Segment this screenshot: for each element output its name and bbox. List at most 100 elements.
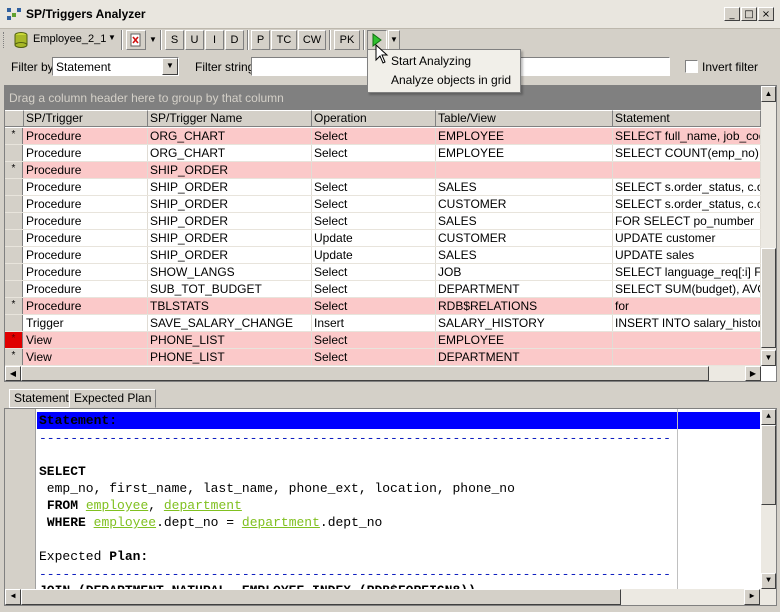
scroll-thumb[interactable] — [761, 248, 776, 348]
table-row[interactable]: Procedure SHIP_ORDER Select SALES FOR SELECT… — [5, 213, 761, 230]
filter-cw-button[interactable]: CW — [298, 30, 326, 50]
sql-editor[interactable]: Statement: -----------------------------… — [4, 408, 777, 606]
menu-item-analyze-grid[interactable]: Analyze objects in grid — [391, 73, 511, 87]
row-indicator[interactable]: * — [5, 349, 23, 365]
table-row[interactable]: Procedure SHIP_ORDER Update SALES UPDATE sal… — [5, 247, 761, 264]
database-selector[interactable]: Employee_2_1 ▼ — [12, 30, 118, 50]
row-indicator[interactable] — [5, 315, 23, 331]
filter-pk-button[interactable]: PK — [334, 30, 360, 50]
table-cell[interactable]: SELECT language_req[:i] FRO — [613, 264, 761, 280]
row-indicator[interactable] — [5, 247, 23, 263]
table-cell[interactable]: EMPLOYEE — [436, 145, 613, 161]
table-cell[interactable]: SELECT full_name, job_code — [613, 128, 761, 144]
table-cell[interactable]: JOB — [436, 264, 613, 280]
table-cell[interactable]: SHIP_ORDER — [148, 213, 312, 229]
chevron-down-icon[interactable]: ▼ — [162, 58, 178, 75]
chevron-down-icon[interactable]: ▼ — [149, 35, 157, 44]
table-cell[interactable]: Update — [312, 230, 436, 246]
table-cell[interactable]: SELECT s.order_status, c.on_h — [613, 179, 761, 195]
table-cell[interactable]: SHIP_ORDER — [148, 230, 312, 246]
table-cell[interactable]: EMPLOYEE — [436, 128, 613, 144]
table-cell[interactable]: Select — [312, 281, 436, 297]
scroll-down-icon[interactable]: ▼ — [761, 573, 776, 589]
table-cell[interactable]: SUB_TOT_BUDGET — [148, 281, 312, 297]
filter-delete-button[interactable]: D — [225, 30, 244, 50]
tab-expected-plan[interactable]: Expected Plan — [69, 389, 157, 408]
invert-filter-checkbox[interactable] — [685, 60, 698, 73]
table-cell[interactable]: Select — [312, 349, 436, 365]
row-indicator[interactable]: * — [5, 332, 23, 348]
filter-by-select[interactable]: Statement ▼ — [52, 57, 179, 76]
grid-vertical-scrollbar[interactable]: ▲ ▼ — [761, 86, 776, 366]
table-row[interactable]: Trigger SAVE_SALARY_CHANGE Insert SALARY_HI… — [5, 315, 761, 332]
filter-procedure-button[interactable]: P — [251, 30, 270, 50]
table-cell[interactable]: PHONE_LIST — [148, 349, 312, 365]
table-cell[interactable]: SALARY_HISTORY — [436, 315, 613, 331]
row-indicator[interactable] — [5, 213, 23, 229]
table-cell[interactable]: Procedure — [24, 298, 148, 314]
table-ref-department[interactable]: department — [164, 498, 242, 513]
column-header[interactable]: Operation — [312, 110, 436, 127]
menu-item-start-analyzing[interactable]: Start Analyzing — [391, 54, 471, 68]
table-cell[interactable]: Select — [312, 128, 436, 144]
table-row[interactable]: Procedure SHOW_LANGS Select JOB SELECT langu… — [5, 264, 761, 281]
table-cell[interactable] — [613, 349, 761, 365]
table-cell[interactable]: Procedure — [24, 213, 148, 229]
scroll-left-icon[interactable]: ◀ — [5, 366, 21, 381]
table-cell[interactable]: SHIP_ORDER — [148, 162, 312, 178]
scroll-right-icon[interactable]: ▶ — [745, 366, 761, 381]
table-cell[interactable]: INSERT INTO salary_history — [613, 315, 761, 331]
editor-vertical-scrollbar[interactable]: ▲ ▼ — [761, 409, 776, 589]
table-cell[interactable]: SHIP_ORDER — [148, 196, 312, 212]
row-indicator[interactable]: * — [5, 128, 23, 144]
table-cell[interactable]: Procedure — [24, 196, 148, 212]
table-cell[interactable]: UPDATE customer — [613, 230, 761, 246]
table-row[interactable]: * Procedure ORG_CHART Select EMPLOYEE SELECT … — [5, 128, 761, 145]
table-row[interactable]: * View PHONE_LIST Select EMPLOYEE — [5, 332, 761, 349]
table-cell[interactable]: Procedure — [24, 230, 148, 246]
table-cell[interactable]: SELECT s.order_status, c.on_h — [613, 196, 761, 212]
filter-tc-button[interactable]: TC — [271, 30, 297, 50]
table-cell[interactable]: Procedure — [24, 247, 148, 263]
table-row[interactable]: * Procedure TBLSTATS Select RDB$RELATIONS for — [5, 298, 761, 315]
table-cell[interactable]: SALES — [436, 247, 613, 263]
row-indicator[interactable] — [5, 145, 23, 161]
grid-horizontal-scrollbar[interactable]: ◀ ▶ — [5, 366, 761, 381]
filter-insert-button[interactable]: I — [205, 30, 224, 50]
table-cell[interactable]: Procedure — [24, 179, 148, 195]
table-row[interactable]: * Procedure SHIP_ORDER — [5, 162, 761, 179]
table-cell[interactable]: SELECT COUNT(emp_no) — [613, 145, 761, 161]
column-header[interactable]: Statement — [613, 110, 761, 127]
table-row[interactable]: Procedure SHIP_ORDER Select CUSTOMER SELECT … — [5, 196, 761, 213]
table-cell[interactable]: Insert — [312, 315, 436, 331]
invert-filter-label[interactable]: Invert filter — [702, 60, 758, 74]
table-cell[interactable]: View — [24, 349, 148, 365]
table-cell[interactable]: SELECT SUM(budget), AVG(bu — [613, 281, 761, 297]
row-indicator[interactable] — [5, 196, 23, 212]
table-cell[interactable]: Select — [312, 298, 436, 314]
run-dropdown-button[interactable]: ▼ — [388, 30, 400, 50]
table-cell[interactable]: Select — [312, 332, 436, 348]
scroll-left-icon[interactable]: ◀ — [5, 589, 21, 605]
table-cell[interactable]: SAVE_SALARY_CHANGE — [148, 315, 312, 331]
row-indicator[interactable]: * — [5, 162, 23, 178]
row-indicator[interactable] — [5, 230, 23, 246]
table-cell[interactable]: Select — [312, 145, 436, 161]
maximize-button[interactable]: □ — [741, 7, 757, 21]
scroll-thumb[interactable] — [761, 425, 776, 505]
table-cell[interactable]: SHIP_ORDER — [148, 247, 312, 263]
table-cell[interactable]: EMPLOYEE — [436, 332, 613, 348]
table-cell[interactable] — [436, 162, 613, 178]
filter-update-button[interactable]: U — [185, 30, 204, 50]
table-ref-employee[interactable]: employee — [86, 498, 148, 513]
scroll-thumb[interactable] — [21, 366, 709, 381]
table-cell[interactable]: Procedure — [24, 145, 148, 161]
scroll-thumb[interactable] — [21, 589, 621, 605]
table-cell[interactable]: Procedure — [24, 162, 148, 178]
column-header[interactable]: SP/Trigger — [24, 110, 148, 127]
table-cell[interactable]: SHOW_LANGS — [148, 264, 312, 280]
scroll-right-icon[interactable]: ▶ — [744, 589, 760, 605]
table-cell[interactable] — [613, 162, 761, 178]
table-cell[interactable]: ORG_CHART — [148, 128, 312, 144]
clear-button[interactable] — [126, 30, 146, 50]
